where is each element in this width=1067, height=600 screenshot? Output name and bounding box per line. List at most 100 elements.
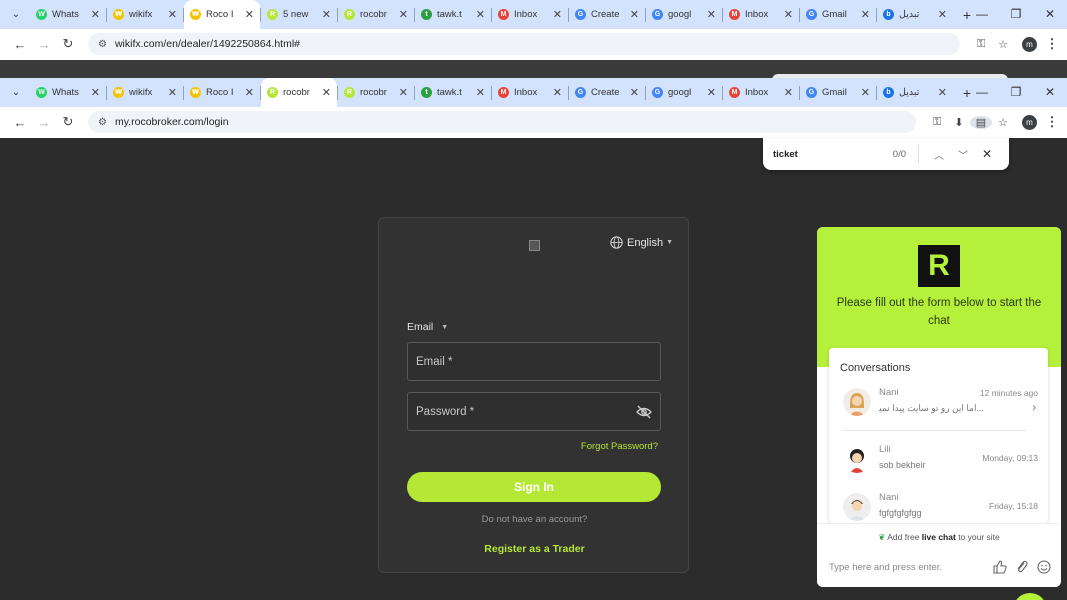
tab-close-icon[interactable]: ✕	[553, 8, 562, 21]
forward-icon[interactable]: →	[32, 115, 56, 130]
bookmark-star-icon[interactable]: ☆	[992, 116, 1014, 129]
tab-close-icon[interactable]: ✕	[553, 86, 562, 99]
browser-tab[interactable]: Ggoogl ✕	[646, 0, 722, 29]
browser-tab[interactable]: M Inbox ✕	[723, 0, 799, 29]
browser-tab[interactable]: Ggoogl ✕	[646, 78, 722, 107]
find-next-icon[interactable]: ﹀	[951, 147, 975, 162]
tab-close-icon[interactable]: ✕	[707, 8, 716, 21]
login-mode-selector[interactable]: Email ▼	[407, 321, 448, 333]
tab-close-icon[interactable]: ✕	[784, 86, 793, 99]
browser-tab[interactable]: ₩ Roco I ✕	[184, 0, 260, 29]
tab-close-icon[interactable]: ✕	[861, 8, 870, 21]
find-close-icon[interactable]: ✕	[975, 147, 999, 161]
site-info-icon[interactable]: ⚙	[98, 39, 107, 50]
browser-tab[interactable]: M Inbox ✕	[492, 78, 568, 107]
browser-tab[interactable]: t tawk.t ✕	[415, 0, 491, 29]
bookmark-star-icon[interactable]: ☆	[992, 38, 1014, 51]
browser-tab[interactable]: Rrocobr ✕	[338, 0, 414, 29]
tab-search-chevron-icon[interactable]: ⌄	[6, 83, 26, 103]
browser-tab[interactable]: G Create ✕	[569, 78, 645, 107]
find-in-page-icon[interactable]: ▤	[970, 115, 992, 129]
browser-tab[interactable]: G Gmail ✕	[800, 0, 876, 29]
password-input[interactable]	[416, 405, 636, 418]
password-key-icon[interactable]: ⚿	[970, 38, 992, 51]
restore-icon[interactable]: ❐	[999, 0, 1033, 29]
language-selector[interactable]: English ▼	[610, 236, 673, 249]
powered-by-tawk[interactable]: ❦ Add free live chat to your site	[817, 532, 1061, 543]
email-input[interactable]	[416, 355, 652, 368]
tab-close-icon[interactable]: ✕	[476, 8, 485, 21]
minimize-icon[interactable]: —	[965, 78, 999, 107]
tab-close-icon[interactable]: ✕	[707, 86, 716, 99]
profile-avatar[interactable]: m	[1022, 36, 1037, 52]
tab-close-icon[interactable]: ✕	[91, 86, 100, 99]
back-icon[interactable]: ←	[8, 115, 32, 130]
tab-close-icon[interactable]: ✕	[938, 8, 947, 21]
chat-launcher-button[interactable]	[1013, 593, 1047, 600]
window-controls: — ❐ ✕	[965, 78, 1067, 107]
back-icon[interactable]: ←	[8, 37, 32, 52]
browser-tab[interactable]: W Whats ✕	[30, 0, 106, 29]
tab-close-icon[interactable]: ✕	[245, 86, 254, 99]
tab-close-icon[interactable]: ✕	[322, 86, 331, 99]
thumbs-up-icon[interactable]	[990, 560, 1010, 574]
tab-close-icon[interactable]: ✕	[630, 86, 639, 99]
reload-icon[interactable]: ↻	[56, 114, 80, 130]
tab-close-icon[interactable]: ✕	[322, 8, 331, 21]
find-prev-icon[interactable]: ︿	[927, 147, 951, 162]
site-info-icon[interactable]: ⚙	[98, 117, 107, 128]
browser-tab[interactable]: W Whats ✕	[30, 78, 106, 107]
conversation-item[interactable]: Nani ...اما این رو تو سایت پیدا نمیکنم 1…	[829, 382, 1048, 430]
browser-tab[interactable]: M Inbox ✕	[723, 78, 799, 107]
browser-tab[interactable]: G Create ✕	[569, 0, 645, 29]
tab-search-chevron-icon[interactable]: ⌄	[6, 5, 26, 25]
tab-close-icon[interactable]: ✕	[168, 86, 177, 99]
address-bar[interactable]: ⚙ my.rocobroker.com/login	[88, 111, 916, 133]
chat-message-input[interactable]	[829, 561, 988, 573]
tab-close-icon[interactable]: ✕	[476, 86, 485, 99]
conversation-item[interactable]: Nani fgfgfgfgfgg Friday, 15:18	[829, 487, 1048, 523]
tab-close-icon[interactable]: ✕	[245, 8, 254, 21]
address-bar[interactable]: ⚙ wikifx.com/en/dealer/1492250864.html#	[88, 33, 960, 55]
password-field[interactable]	[407, 392, 661, 431]
register-link[interactable]: Register as a Trader	[379, 543, 690, 555]
minimize-icon[interactable]: —	[965, 0, 999, 29]
password-key-icon[interactable]: ⚿	[926, 116, 948, 129]
tab-close-icon[interactable]: ✕	[784, 8, 793, 21]
forward-icon[interactable]: →	[32, 37, 56, 52]
profile-avatar[interactable]: m	[1022, 114, 1037, 130]
conversation-item[interactable]: Lili sob bekheir Monday, 09:13	[829, 439, 1048, 487]
email-field[interactable]	[407, 342, 661, 381]
restore-icon[interactable]: ❐	[999, 78, 1033, 107]
browser-tab[interactable]: t tawk.t ✕	[415, 78, 491, 107]
browser-tab[interactable]: G Gmail ✕	[800, 78, 876, 107]
browser-tab[interactable]: R 5 new ✕	[261, 0, 337, 29]
reload-icon[interactable]: ↻	[56, 36, 80, 52]
tab-close-icon[interactable]: ✕	[399, 8, 408, 21]
forgot-password-link[interactable]: Forgot Password?	[581, 441, 658, 452]
sign-in-button[interactable]: Sign In	[407, 472, 661, 502]
close-window-icon[interactable]: ✕	[1033, 78, 1067, 107]
browser-tab[interactable]: ₩ wikifx ✕	[107, 0, 183, 29]
browser-tab[interactable]: b تبدیل ✕	[877, 0, 953, 29]
tab-close-icon[interactable]: ✕	[91, 8, 100, 21]
install-app-icon[interactable]: ⬇	[948, 116, 970, 129]
browser-tab[interactable]: Rrocobr ✕	[261, 78, 337, 107]
tab-close-icon[interactable]: ✕	[399, 86, 408, 99]
emoji-icon[interactable]	[1034, 560, 1054, 574]
browser-tab[interactable]: b تبدیل ✕	[877, 78, 953, 107]
browser-tab[interactable]: Rrocobr ✕	[338, 78, 414, 107]
browser-tab[interactable]: ₩ wikifx ✕	[107, 78, 183, 107]
tab-close-icon[interactable]: ✕	[938, 86, 947, 99]
menu-kebab-icon[interactable]: ⋮	[1045, 114, 1059, 130]
paperclip-icon[interactable]	[1012, 560, 1032, 574]
browser-tab[interactable]: M Inbox ✕	[492, 0, 568, 29]
find-input[interactable]: ticket	[773, 149, 893, 160]
tab-close-icon[interactable]: ✕	[630, 8, 639, 21]
menu-kebab-icon[interactable]: ⋮	[1045, 36, 1059, 52]
eye-off-icon[interactable]	[636, 405, 652, 419]
close-window-icon[interactable]: ✕	[1033, 0, 1067, 29]
tab-close-icon[interactable]: ✕	[861, 86, 870, 99]
browser-tab[interactable]: ₩ Roco I ✕	[184, 78, 260, 107]
tab-close-icon[interactable]: ✕	[168, 8, 177, 21]
